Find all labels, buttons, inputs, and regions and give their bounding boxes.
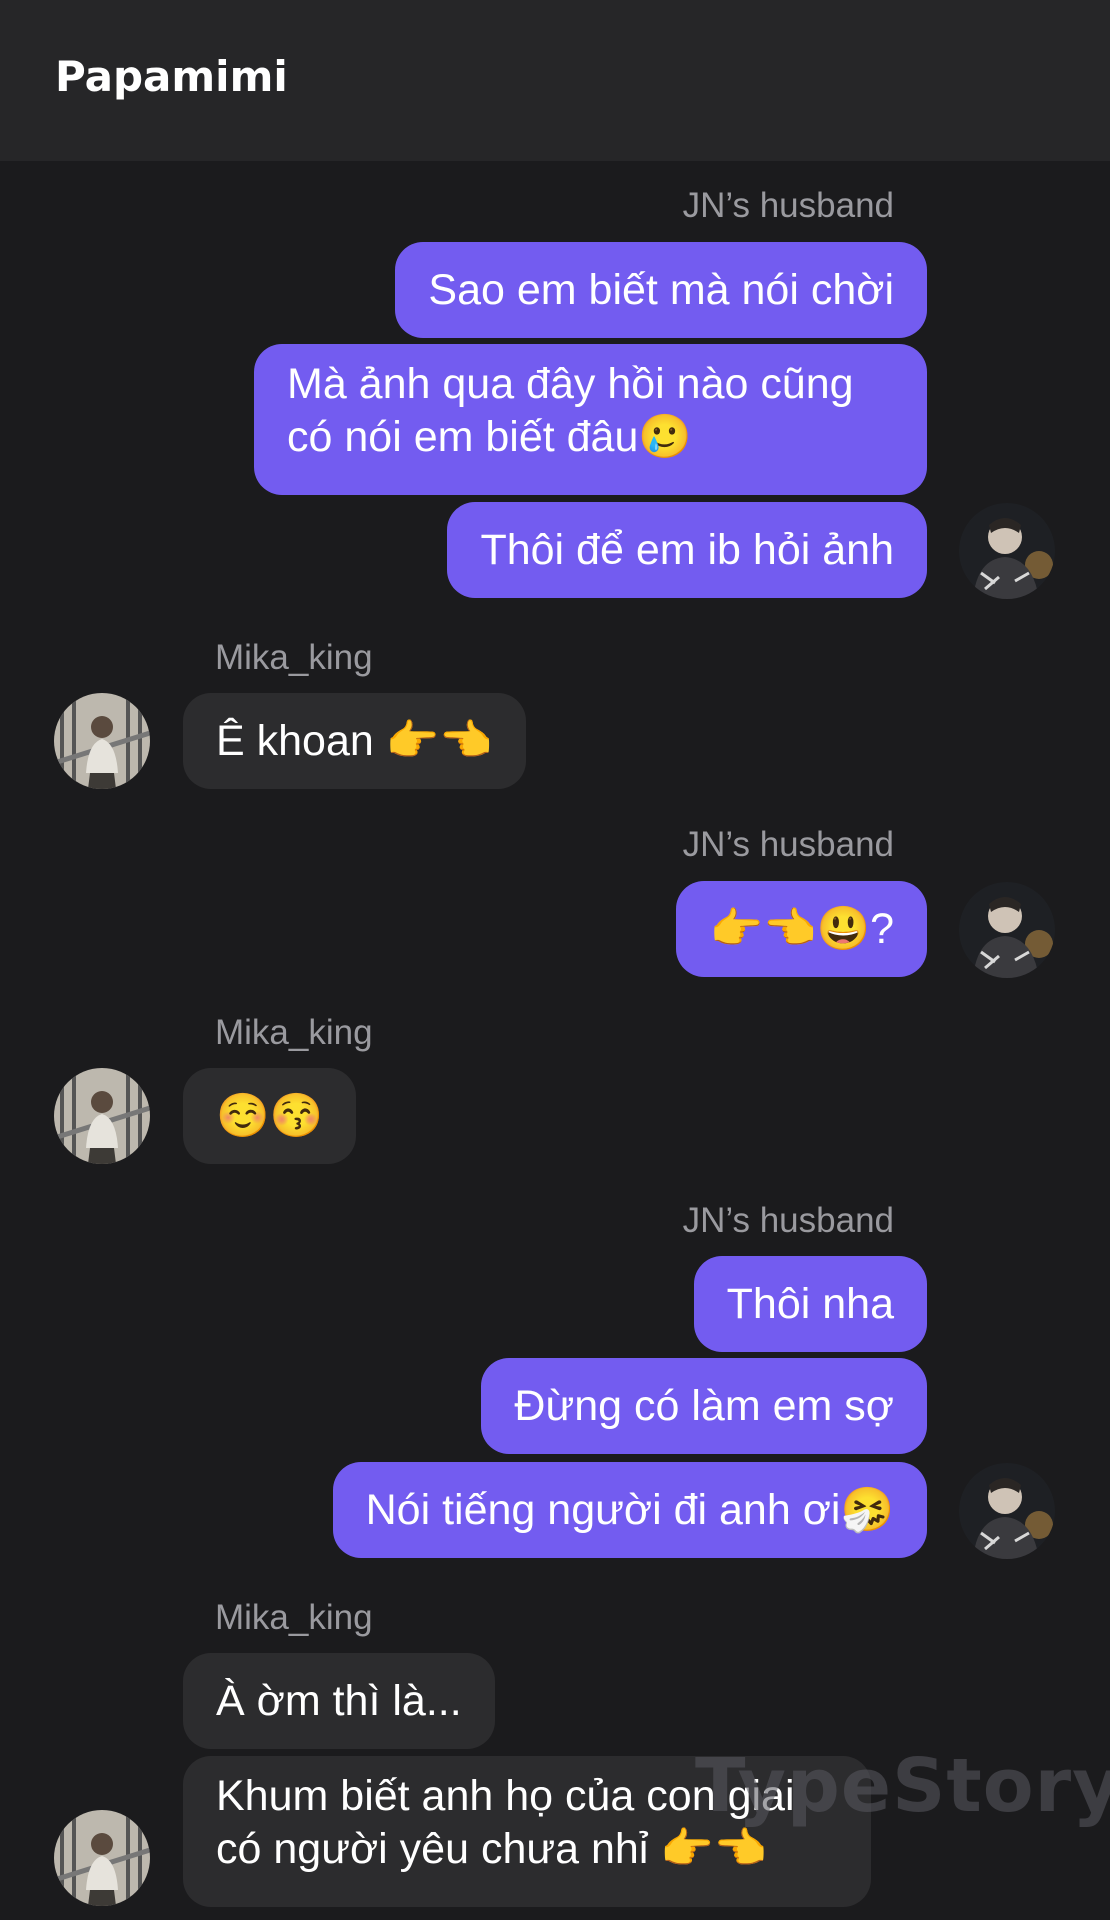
avatar-jn-husband[interactable] [959,503,1055,599]
message-bubble-outgoing[interactable]: Sao em biết mà nói chời [395,242,927,338]
sender-name: JN’s husband [682,825,894,864]
message-bubble-outgoing[interactable]: Đừng có làm em sợ [481,1358,927,1454]
message-bubble-incoming[interactable]: À ờm thì là... [183,1653,495,1749]
message-bubble-outgoing[interactable]: Thôi nha [693,1256,927,1352]
avatar-jn-husband[interactable] [959,1463,1055,1559]
message-bubble-outgoing[interactable]: 👉👈😃? [676,881,927,977]
sender-name: Mika_king [215,1598,373,1637]
sender-name: JN’s husband [682,186,894,225]
avatar-photo-icon [959,1463,1055,1559]
avatar-photo-icon [959,503,1055,599]
avatar-jn-husband[interactable] [959,882,1055,978]
avatar-photo-icon [54,1068,150,1164]
message-bubble-outgoing[interactable]: Mà ảnh qua đây hồi nào cũng có nói em bi… [254,344,927,495]
sender-name: Mika_king [215,1013,373,1052]
avatar-mika-king[interactable] [54,693,150,789]
message-bubble-incoming[interactable]: Ê khoan 👉👈 [183,693,526,789]
avatar-photo-icon [959,882,1055,978]
message-bubble-outgoing[interactable]: Thôi để em ib hỏi ảnh [447,502,927,598]
message-bubble-incoming[interactable]: ☺️😚 [183,1068,357,1164]
avatar-photo-icon [54,1810,150,1906]
sender-name: Mika_king [215,638,373,677]
avatar-mika-king[interactable] [54,1068,150,1164]
sender-name: JN’s husband [682,1201,894,1240]
watermark: TypeStory [695,1743,1110,1829]
avatar-photo-icon [54,693,150,789]
chat-title[interactable]: Papamimi [55,52,288,101]
chat-header: Papamimi [0,0,1110,161]
message-bubble-outgoing[interactable]: Nói tiếng người đi anh ơi🤧 [332,1462,927,1558]
avatar-mika-king[interactable] [54,1810,150,1906]
